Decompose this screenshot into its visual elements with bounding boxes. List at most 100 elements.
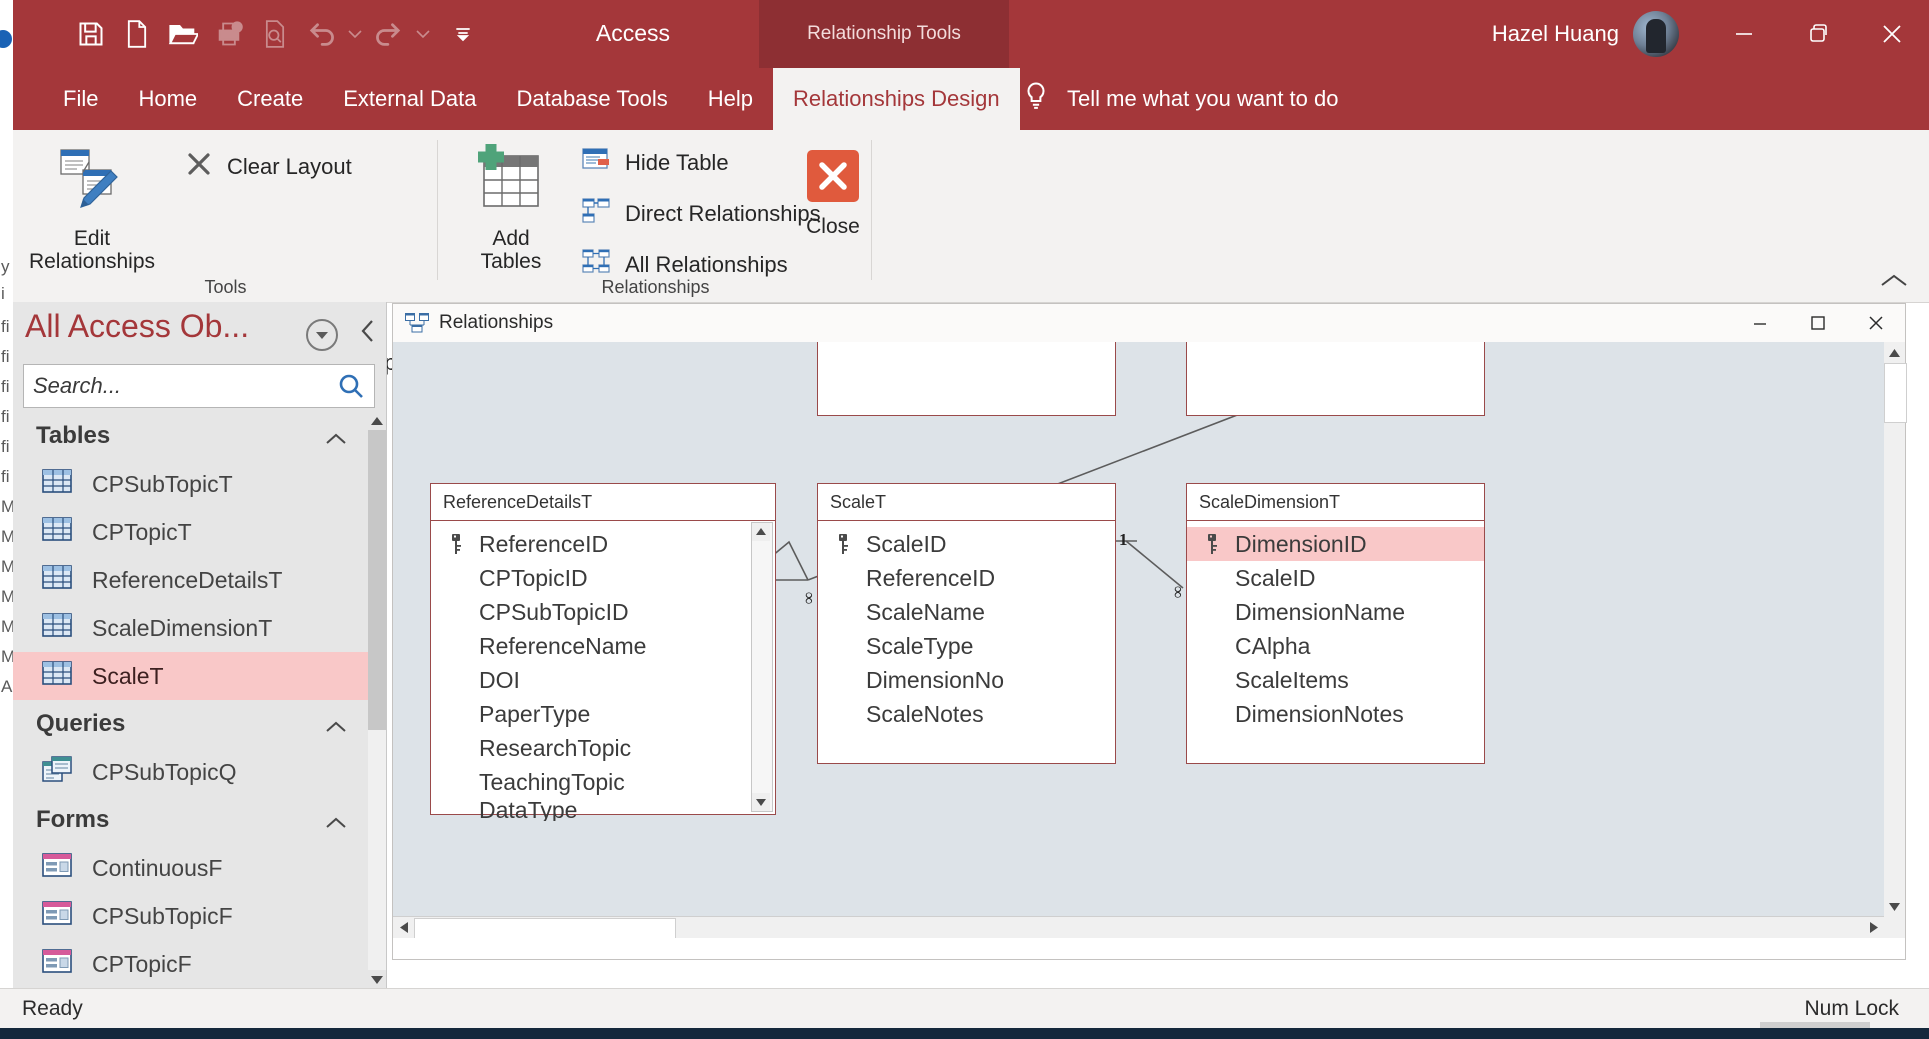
table-field-row[interactable]: ScaleID (818, 527, 1115, 561)
navigation-pane-scrollbar[interactable] (368, 412, 386, 988)
navigation-pane-collapse-button[interactable] (353, 316, 383, 346)
taskbar (0, 1028, 1929, 1039)
nav-item-cptopicf[interactable]: CPTopicF (13, 940, 371, 988)
relationships-canvas[interactable]: 1 ∞ ∞ 1 ∞ ReferenceDetailsT (393, 342, 1884, 938)
customize-qat-icon[interactable] (440, 11, 486, 57)
table-field-row[interactable]: PaperType (431, 697, 775, 731)
tab-external-data[interactable]: External Data (323, 68, 496, 130)
doc-minimize-button[interactable] (1731, 304, 1789, 342)
table-field-row[interactable]: TeachingTopic (431, 765, 775, 799)
table-field-row[interactable]: DimensionNotes (1187, 697, 1484, 731)
close-relationships-button[interactable]: Close (773, 148, 893, 238)
clear-layout-button[interactable]: Clear Layout (185, 150, 352, 184)
table-field-row[interactable]: ReferenceID (818, 561, 1115, 595)
nav-item-scalet[interactable]: ScaleT (13, 652, 371, 700)
nav-item-scaledimensiont[interactable]: ScaleDimensionT (13, 604, 371, 652)
scroll-down-arrow-icon[interactable] (752, 793, 770, 811)
table-field-row[interactable]: ReferenceName (431, 629, 775, 663)
table-field-row[interactable]: ScaleName (818, 595, 1115, 629)
table-icon (42, 613, 72, 643)
tab-database-tools[interactable]: Database Tools (496, 68, 687, 130)
minimize-button[interactable] (1707, 0, 1781, 68)
edit-relationships-button[interactable]: Edit Relationships (27, 144, 157, 273)
chevron-up-icon[interactable] (325, 810, 347, 838)
table-field-row[interactable]: CPTopicID (431, 561, 775, 595)
nav-item-continuousf[interactable]: ContinuousF (13, 844, 371, 892)
offscreen-table-box-2[interactable] (1186, 342, 1485, 416)
table-box-referencedetailst[interactable]: ReferenceDetailsT ReferenceID CPTopicID … (430, 483, 776, 821)
search-input[interactable] (24, 372, 328, 400)
new-file-icon[interactable] (114, 11, 160, 57)
chevron-up-icon[interactable] (325, 714, 347, 742)
tab-create[interactable]: Create (217, 68, 323, 130)
collapse-ribbon-button[interactable] (1877, 266, 1911, 296)
table-box-scrollbar[interactable] (751, 522, 773, 812)
search-icon[interactable] (328, 366, 374, 406)
avatar[interactable] (1633, 11, 1679, 57)
canvas-horizontal-scrollbar[interactable] (393, 916, 1884, 938)
scroll-right-arrow-icon[interactable] (1863, 917, 1884, 938)
table-field-row[interactable]: DimensionID (1187, 527, 1484, 561)
table-field-row[interactable]: ScaleID (1187, 561, 1484, 595)
app-title: Access (595, 20, 671, 46)
tab-help[interactable]: Help (688, 68, 773, 130)
nav-item-cpsubtopicq[interactable]: CPSubTopicQ (13, 748, 371, 796)
nav-item-referencedetailst[interactable]: ReferenceDetailsT (13, 556, 371, 604)
add-tables-icon (474, 142, 548, 221)
search-box[interactable] (23, 364, 375, 408)
table-field-row[interactable]: ScaleItems (1187, 663, 1484, 697)
table-field-row[interactable]: CPSubTopicID (431, 595, 775, 629)
scroll-down-arrow-icon[interactable] (1884, 896, 1905, 917)
table-field-row[interactable]: ScaleNotes (818, 697, 1115, 731)
add-tables-button[interactable]: Add Tables (456, 142, 566, 273)
table-box-field-list: ScaleID ReferenceID ScaleName ScaleType (818, 521, 1115, 731)
doc-close-button[interactable] (1847, 304, 1905, 342)
scrollbar-thumb[interactable] (368, 430, 386, 730)
table-field-row[interactable]: DOI (431, 663, 775, 697)
scroll-up-arrow-icon[interactable] (368, 412, 386, 430)
nav-group-forms[interactable]: Forms (13, 796, 371, 844)
chevron-up-icon[interactable] (325, 426, 347, 454)
table-box-scalet[interactable]: ScaleT ScaleID ReferenceID ScaleName Sca… (817, 483, 1116, 764)
primary-key-icon (1201, 534, 1223, 554)
tab-home[interactable]: Home (118, 68, 217, 130)
offscreen-table-box-1[interactable] (817, 342, 1116, 416)
form-icon (42, 949, 72, 979)
canvas-vertical-scrollbar[interactable] (1884, 342, 1907, 938)
table-field-label: ScaleType (866, 632, 974, 659)
scroll-up-arrow-icon[interactable] (1884, 342, 1905, 363)
scroll-left-arrow-icon[interactable] (393, 917, 414, 938)
table-field-row[interactable]: ScaleType (818, 629, 1115, 663)
doc-restore-button[interactable] (1789, 304, 1847, 342)
scroll-up-arrow-icon[interactable] (752, 523, 770, 541)
table-field-row[interactable]: DataType (431, 799, 775, 821)
table-field-row[interactable]: ReferenceID (431, 527, 775, 561)
hide-table-icon (581, 146, 611, 180)
user-account-area[interactable]: Hazel Huang (1492, 0, 1679, 68)
hide-table-button[interactable]: Hide Table (581, 146, 729, 180)
tab-file[interactable]: File (43, 68, 118, 130)
table-field-row[interactable]: ResearchTopic (431, 731, 775, 765)
table-field-row[interactable]: DimensionName (1187, 595, 1484, 629)
table-box-scaledimensiont[interactable]: ScaleDimensionT DimensionID ScaleID Dime… (1186, 483, 1485, 764)
tab-relationships-design[interactable]: Relationships Design (772, 68, 1020, 130)
ribbon-group-tools: Edit Relationships Clear Layout Report T… (13, 130, 438, 375)
nav-item-label: ContinuousF (92, 854, 223, 881)
redo-icon (366, 11, 412, 57)
vscrollbar-thumb[interactable] (1884, 363, 1907, 423)
nav-group-tables[interactable]: Tables (13, 412, 371, 460)
tell-me-search[interactable]: Tell me what you want to do (1023, 68, 1338, 130)
nav-item-cptopict[interactable]: CPTopicT (13, 508, 371, 556)
save-icon[interactable] (68, 11, 114, 57)
scroll-down-arrow-icon[interactable] (368, 970, 386, 988)
navigation-pane-dropdown-button[interactable] (306, 319, 338, 351)
hscrollbar-thumb[interactable] (414, 918, 676, 938)
table-field-row[interactable]: CAlpha (1187, 629, 1484, 663)
nav-item-cpsubtopict[interactable]: CPSubTopicT (13, 460, 371, 508)
nav-item-cpsubtopicf[interactable]: CPSubTopicF (13, 892, 371, 940)
nav-group-queries[interactable]: Queries (13, 700, 371, 748)
open-folder-icon[interactable] (160, 11, 206, 57)
restore-button[interactable] (1781, 0, 1855, 68)
close-button[interactable] (1855, 0, 1929, 68)
table-field-row[interactable]: DimensionNo (818, 663, 1115, 697)
